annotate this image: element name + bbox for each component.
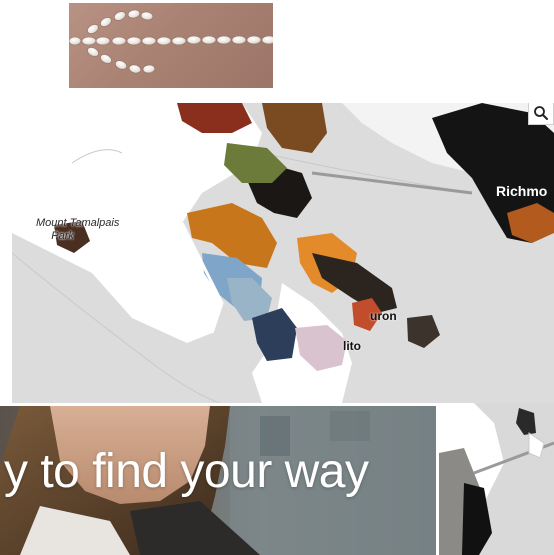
stone-arrow-left-icon	[69, 9, 273, 74]
map-fragment-graphic	[434, 403, 554, 555]
map-search-button[interactable]	[528, 103, 554, 125]
map-label-richmond: Richmo	[496, 183, 548, 199]
search-icon	[534, 106, 548, 120]
hero-headline: y to find your way	[4, 445, 369, 498]
map-label-sausalito: lito	[343, 339, 361, 353]
map-fragment-lower	[434, 403, 554, 555]
map-graphic	[12, 103, 554, 403]
map-label-mount-tamalpais: Mount Tamalpais Park	[36, 217, 120, 242]
stone-arrow-image	[69, 3, 273, 88]
page: Mount Tamalpais Park Richmo uron lito y …	[0, 0, 554, 555]
map-label-tiburon: uron	[370, 309, 397, 323]
photo-patch-green	[224, 143, 287, 183]
photo-patch-cliff	[407, 315, 440, 348]
map-collage[interactable]: Mount Tamalpais Park Richmo uron lito	[12, 103, 554, 403]
photo-patch-brown	[262, 103, 327, 153]
video-banner[interactable]: y to find your way	[0, 406, 436, 555]
